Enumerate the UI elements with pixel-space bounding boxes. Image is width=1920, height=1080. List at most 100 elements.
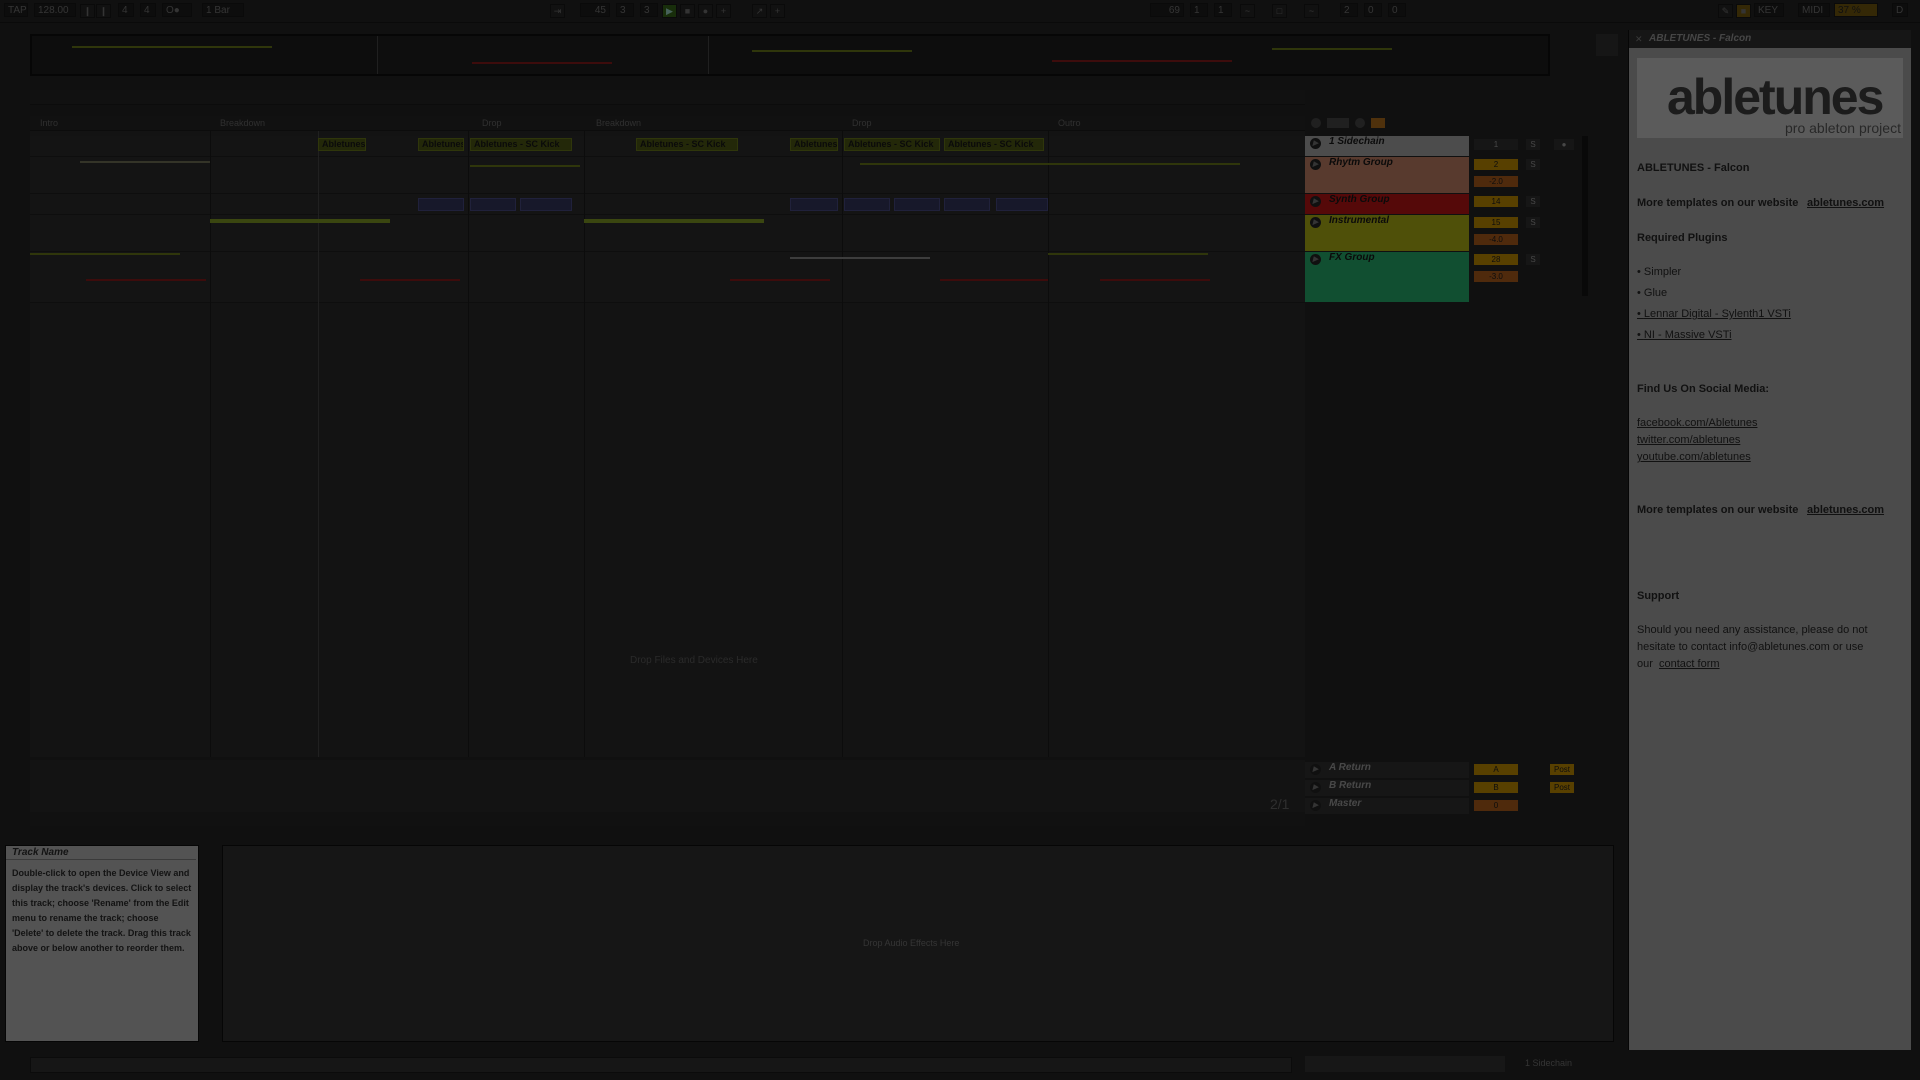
clip[interactable]: Abletunes - SC Kick bbox=[944, 138, 1044, 151]
play-icon[interactable]: ▶ bbox=[1310, 159, 1321, 170]
social-link-youtube[interactable]: youtube.com/abletunes bbox=[1637, 451, 1751, 463]
signature-numerator[interactable]: 4 bbox=[118, 3, 134, 17]
clip[interactable]: Abletunes bbox=[418, 138, 464, 151]
return-tracks-area[interactable] bbox=[30, 760, 1305, 812]
arrangement-overview[interactable] bbox=[30, 34, 1550, 76]
track-name[interactable]: FX Group bbox=[1329, 252, 1375, 263]
track-number[interactable]: 2 bbox=[1474, 159, 1518, 170]
signature-denominator[interactable]: 4 bbox=[140, 3, 156, 17]
play-icon[interactable]: ▶ bbox=[1310, 782, 1321, 793]
solo-button[interactable]: S bbox=[1526, 139, 1540, 150]
track-number[interactable]: 28 bbox=[1474, 254, 1518, 265]
track-header-a-return[interactable]: ▶ A Return bbox=[1305, 762, 1469, 778]
track-name[interactable]: 1 Sidechain bbox=[1329, 136, 1385, 147]
stop-icon[interactable]: ■ bbox=[680, 4, 695, 18]
volume-field[interactable]: -3.0 bbox=[1474, 271, 1518, 282]
track-lane-fx-group[interactable] bbox=[30, 252, 1305, 303]
solo-button[interactable]: S bbox=[1526, 159, 1540, 170]
locator-lane[interactable]: Intro Breakdown Drop Breakdown Drop Outr… bbox=[30, 116, 1305, 131]
track-lane-synth-group[interactable] bbox=[30, 194, 1305, 215]
volume-field[interactable]: -2.0 bbox=[1474, 176, 1518, 187]
sends-toggle-icon[interactable] bbox=[1355, 118, 1365, 128]
locator-breakdown[interactable]: Breakdown bbox=[596, 118, 641, 128]
position-bars[interactable]: 45 bbox=[580, 3, 610, 17]
track-header-instrumental[interactable]: ▶ Instrumental bbox=[1305, 215, 1469, 251]
track-header-master[interactable]: ▶ Master bbox=[1305, 798, 1469, 814]
track-name[interactable]: Instrumental bbox=[1329, 215, 1389, 226]
io-toggle-icon[interactable] bbox=[1327, 118, 1349, 128]
loop-length-sixteenths[interactable]: 0 bbox=[1388, 3, 1406, 17]
post-button[interactable]: Post bbox=[1550, 782, 1574, 793]
track-name[interactable]: A Return bbox=[1329, 762, 1371, 773]
solo-button[interactable]: S bbox=[1526, 217, 1540, 228]
track-number[interactable]: 15 bbox=[1474, 217, 1518, 228]
track-name[interactable]: B Return bbox=[1329, 780, 1371, 791]
clip[interactable]: Abletunes - SC Kick bbox=[636, 138, 738, 151]
punch-out-icon[interactable]: ~ bbox=[1304, 4, 1319, 18]
time-ruler[interactable] bbox=[30, 812, 1305, 826]
return-number[interactable]: B bbox=[1474, 782, 1518, 793]
loop-start-sixteenths[interactable]: 1 bbox=[1214, 3, 1232, 17]
play-icon[interactable]: ▶ bbox=[1310, 217, 1321, 228]
beat-time-ruler[interactable] bbox=[30, 90, 1305, 105]
locator-drop[interactable]: Drop bbox=[482, 118, 502, 128]
play-icon[interactable]: ▶ bbox=[1310, 138, 1321, 149]
post-button[interactable]: Post bbox=[1550, 764, 1574, 775]
quantize-menu[interactable]: 1 Bar bbox=[202, 3, 244, 17]
volume-field[interactable]: -4.0 bbox=[1474, 234, 1518, 245]
tempo-field[interactable]: 128.00 bbox=[34, 3, 76, 17]
loop-start-bars[interactable]: 69 bbox=[1150, 3, 1184, 17]
play-icon[interactable]: ▶ bbox=[1310, 800, 1321, 811]
loop-length-beats[interactable]: 0 bbox=[1364, 3, 1382, 17]
track-header-rhythm-group[interactable]: ▶ Rhytm Group bbox=[1305, 157, 1469, 193]
add-icon[interactable]: + bbox=[770, 4, 785, 18]
social-link-twitter[interactable]: twitter.com/abletunes bbox=[1637, 434, 1740, 446]
nudge-up-icon[interactable]: ❙ bbox=[96, 4, 111, 18]
plugin-link[interactable]: • NI - Massive VSTi bbox=[1637, 329, 1732, 341]
locator-outro[interactable]: Outro bbox=[1058, 118, 1081, 128]
track-number[interactable]: 14 bbox=[1474, 196, 1518, 207]
arrangement-view[interactable]: Abletunes Abletunes Abletunes - SC Kick … bbox=[30, 131, 1305, 757]
nudge-down-icon[interactable]: ❙ bbox=[80, 4, 95, 18]
clip[interactable] bbox=[944, 198, 990, 211]
loop-start-beats[interactable]: 1 bbox=[1190, 3, 1208, 17]
return-number[interactable]: A bbox=[1474, 764, 1518, 775]
position-sixteenths[interactable]: 3 bbox=[640, 3, 658, 17]
track-header-sidechain[interactable]: ▶ 1 Sidechain bbox=[1305, 136, 1469, 156]
overview-toggle-icon[interactable] bbox=[1596, 34, 1618, 56]
record-icon[interactable]: ● bbox=[698, 4, 713, 18]
draw-mode-icon[interactable]: ✎ bbox=[1718, 4, 1733, 18]
clip[interactable] bbox=[790, 198, 838, 211]
clip[interactable] bbox=[470, 198, 516, 211]
locator-breakdown[interactable]: Breakdown bbox=[220, 118, 265, 128]
track-name[interactable]: Synth Group bbox=[1329, 194, 1390, 205]
solo-button[interactable]: S bbox=[1526, 254, 1540, 265]
arm-button[interactable]: ● bbox=[1554, 139, 1574, 150]
clip[interactable]: Abletunes - SC Kick bbox=[470, 138, 572, 151]
loop-length-bars[interactable]: 2 bbox=[1340, 3, 1358, 17]
social-link-facebook[interactable]: facebook.com/Abletunes bbox=[1637, 417, 1757, 429]
key-map-button[interactable]: KEY bbox=[1754, 3, 1784, 17]
clip[interactable]: Abletunes - SC Kick bbox=[844, 138, 940, 151]
clip[interactable] bbox=[520, 198, 572, 211]
automation-arm-icon[interactable]: ↗ bbox=[752, 4, 767, 18]
plugin-link[interactable]: • Lennar Digital - Sylenth1 VSTi bbox=[1637, 308, 1791, 320]
mixer-toggle-icon[interactable] bbox=[1371, 118, 1385, 128]
overdub-icon[interactable]: + bbox=[716, 4, 731, 18]
locator-drop[interactable]: Drop bbox=[852, 118, 872, 128]
position-beats[interactable]: 3 bbox=[616, 3, 634, 17]
track-name[interactable]: Rhytm Group bbox=[1329, 157, 1393, 168]
locator-intro[interactable]: Intro bbox=[40, 118, 58, 128]
tap-button[interactable]: TAP bbox=[4, 3, 28, 17]
play-icon[interactable]: ▶ bbox=[1310, 764, 1321, 775]
loop-icon[interactable]: ~ bbox=[1240, 4, 1255, 18]
track-header-b-return[interactable]: ▶ B Return bbox=[1305, 780, 1469, 796]
punch-in-icon[interactable]: □ bbox=[1272, 4, 1287, 18]
track-name[interactable]: Master bbox=[1329, 798, 1361, 809]
clip[interactable] bbox=[894, 198, 940, 211]
track-header-fx-group[interactable]: ▶ FX Group bbox=[1305, 252, 1469, 302]
contact-form-link[interactable]: contact form bbox=[1659, 658, 1720, 670]
follow-icon[interactable]: ⇥ bbox=[550, 4, 565, 18]
solo-button[interactable]: S bbox=[1526, 196, 1540, 207]
play-icon[interactable]: ▶ bbox=[1310, 254, 1321, 265]
